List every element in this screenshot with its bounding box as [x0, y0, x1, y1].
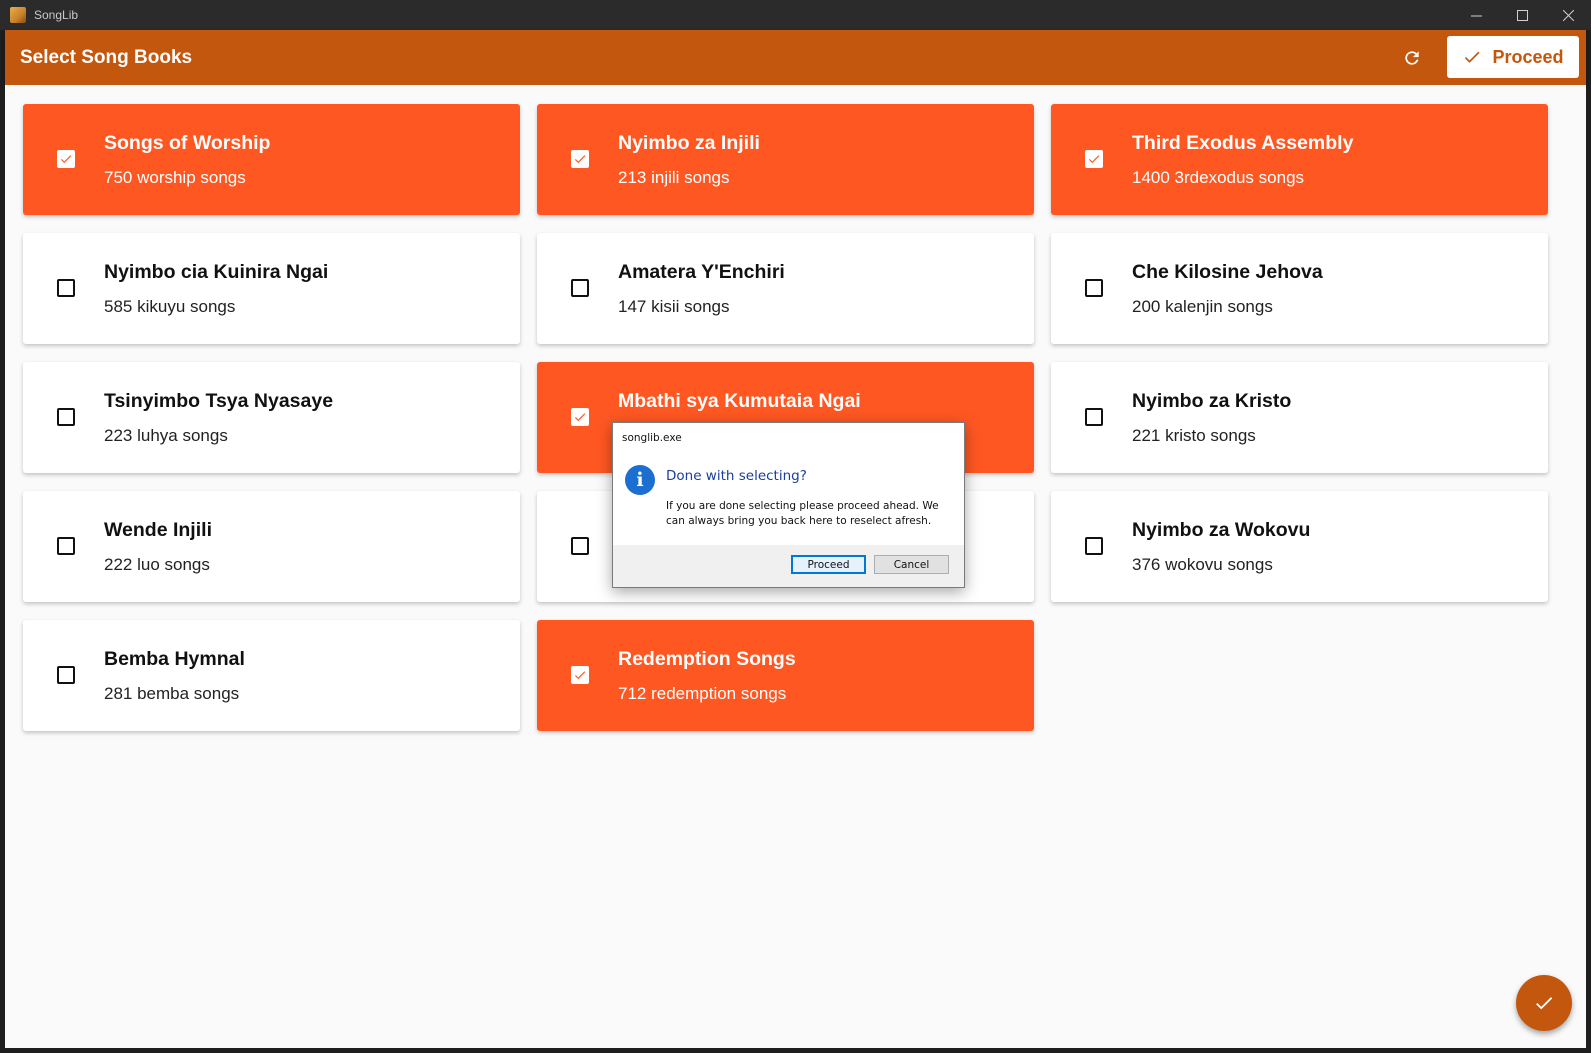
- song-book-title: Bemba Hymnal: [104, 648, 245, 670]
- proceed-label: Proceed: [1492, 46, 1564, 67]
- song-book-count: 147 kisii songs: [618, 297, 730, 316]
- song-book-card[interactable]: Tsinyimbo Tsya Nyasaye 223 luhya songs: [23, 362, 520, 473]
- song-book-card[interactable]: Wende Injili 222 luo songs: [23, 491, 520, 602]
- song-book-card[interactable]: Nyimbo za Injili 213 injili songs: [537, 104, 1034, 215]
- song-book-card[interactable]: Nyimbo za Kristo 221 kristo songs: [1051, 362, 1548, 473]
- minimize-icon: [1470, 15, 1482, 16]
- song-book-card[interactable]: Songs of Worship 750 worship songs: [23, 104, 520, 215]
- song-book-title: Tsinyimbo Tsya Nyasaye: [104, 390, 334, 412]
- checkbox[interactable]: [57, 408, 75, 426]
- song-book-count: 1400 3rdexodus songs: [1132, 168, 1305, 187]
- window-bottom-edge: [0, 1048, 1591, 1053]
- checkbox[interactable]: [57, 537, 75, 555]
- app-bar: Select Song Books Proceed: [5, 30, 1586, 85]
- song-book-title: Nyimbo za Injili: [618, 132, 760, 154]
- check-icon: [1536, 997, 1553, 1010]
- song-book-title: Nyimbo cia Kuinira Ngai: [104, 261, 329, 283]
- dialog-caption: songlib.exe: [622, 432, 682, 444]
- checkbox[interactable]: [57, 666, 75, 684]
- song-book-title: Mbathi sya Kumutaia Ngai: [618, 390, 861, 412]
- song-book-card[interactable]: Nyimbo za Wokovu 376 wokovu songs: [1051, 491, 1548, 602]
- checkmark-icon: [1088, 155, 1100, 164]
- checkbox[interactable]: [57, 279, 75, 297]
- checkmark-icon: [60, 155, 72, 164]
- song-book-card[interactable]: Third Exodus Assembly 1400 3rdexodus song…: [1051, 104, 1548, 215]
- maximize-button[interactable]: [1499, 0, 1545, 30]
- song-book-card[interactable]: Redemption Songs 712 redemption songs: [537, 620, 1034, 731]
- song-book-count: 585 kikuyu songs: [104, 297, 236, 316]
- checkbox[interactable]: [1085, 279, 1103, 297]
- song-book-title: Songs of Worship: [104, 132, 271, 154]
- checkbox[interactable]: [1085, 408, 1103, 426]
- dialog-message: If you are done selecting please proceed…: [666, 500, 939, 527]
- song-book-card[interactable]: Amatera Y'Enchiri 147 kisii songs: [537, 233, 1034, 344]
- song-book-count: 223 luhya songs: [104, 426, 228, 445]
- checkmark-icon: [574, 671, 586, 680]
- proceed-button[interactable]: Proceed: [1447, 36, 1579, 78]
- checkbox[interactable]: [571, 150, 589, 168]
- window-controls: [1453, 0, 1591, 30]
- close-icon: [1562, 9, 1574, 21]
- checkmark-icon: [574, 413, 586, 422]
- song-book-count: 222 luo songs: [104, 555, 210, 574]
- song-book-card[interactable]: Che Kilosine Jehova 200 kalenjin songs: [1051, 233, 1548, 344]
- refresh-button[interactable]: [1398, 44, 1426, 72]
- info-icon: i: [625, 465, 655, 495]
- page-title: Select Song Books: [20, 46, 193, 68]
- song-book-title: Che Kilosine Jehova: [1132, 261, 1323, 283]
- window-title: SongLib: [34, 8, 79, 22]
- song-book-title: Wende Injili: [104, 519, 212, 541]
- song-book-card[interactable]: Nyimbo cia Kuinira Ngai 585 kikuyu songs: [23, 233, 520, 344]
- song-book-count: 221 kristo songs: [1132, 426, 1256, 445]
- song-book-title: Amatera Y'Enchiri: [618, 261, 785, 283]
- dialog-heading: Done with selecting?: [666, 468, 807, 484]
- window-titlebar: SongLib: [0, 0, 1591, 30]
- done-fab-button[interactable]: [1516, 975, 1572, 1031]
- dialog-cancel-button[interactable]: Cancel: [874, 555, 949, 574]
- song-book-count: 376 wokovu songs: [1132, 555, 1273, 574]
- check-icon: [1465, 51, 1480, 63]
- song-book-title: Third Exodus Assembly: [1132, 132, 1354, 154]
- checkmark-icon: [574, 155, 586, 164]
- song-book-title: Nyimbo za Kristo: [1132, 390, 1292, 412]
- confirm-dialog: songlib.exe i Done with selecting? If yo…: [612, 422, 965, 588]
- minimize-button[interactable]: [1453, 0, 1499, 30]
- song-book-card[interactable]: Bemba Hymnal 281 bemba songs: [23, 620, 520, 731]
- song-book-count: 200 kalenjin songs: [1132, 297, 1273, 316]
- checkbox[interactable]: [1085, 150, 1103, 168]
- song-book-grid: Songs of Worship 750 worship songs Nyimbo …: [23, 104, 1548, 731]
- song-book-title: Redemption Songs: [618, 648, 796, 670]
- song-book-count: 750 worship songs: [104, 168, 246, 187]
- song-book-count: 281 bemba songs: [104, 684, 240, 703]
- refresh-icon: [1405, 51, 1419, 65]
- song-book-count: 213 injili songs: [618, 168, 730, 187]
- checkbox[interactable]: [571, 408, 589, 426]
- song-book-count: 712 redemption songs: [618, 684, 787, 703]
- checkbox[interactable]: [571, 279, 589, 297]
- dialog-proceed-button[interactable]: Proceed: [791, 555, 866, 574]
- checkbox[interactable]: [57, 150, 75, 168]
- checkbox[interactable]: [1085, 537, 1103, 555]
- checkbox[interactable]: [571, 537, 589, 555]
- song-book-title: Nyimbo za Wokovu: [1132, 519, 1311, 541]
- checkbox[interactable]: [571, 666, 589, 684]
- app-logo-icon: [10, 7, 26, 23]
- maximize-icon: [1516, 9, 1528, 21]
- dialog-footer: Proceed Cancel: [613, 545, 964, 587]
- close-button[interactable]: [1545, 0, 1591, 30]
